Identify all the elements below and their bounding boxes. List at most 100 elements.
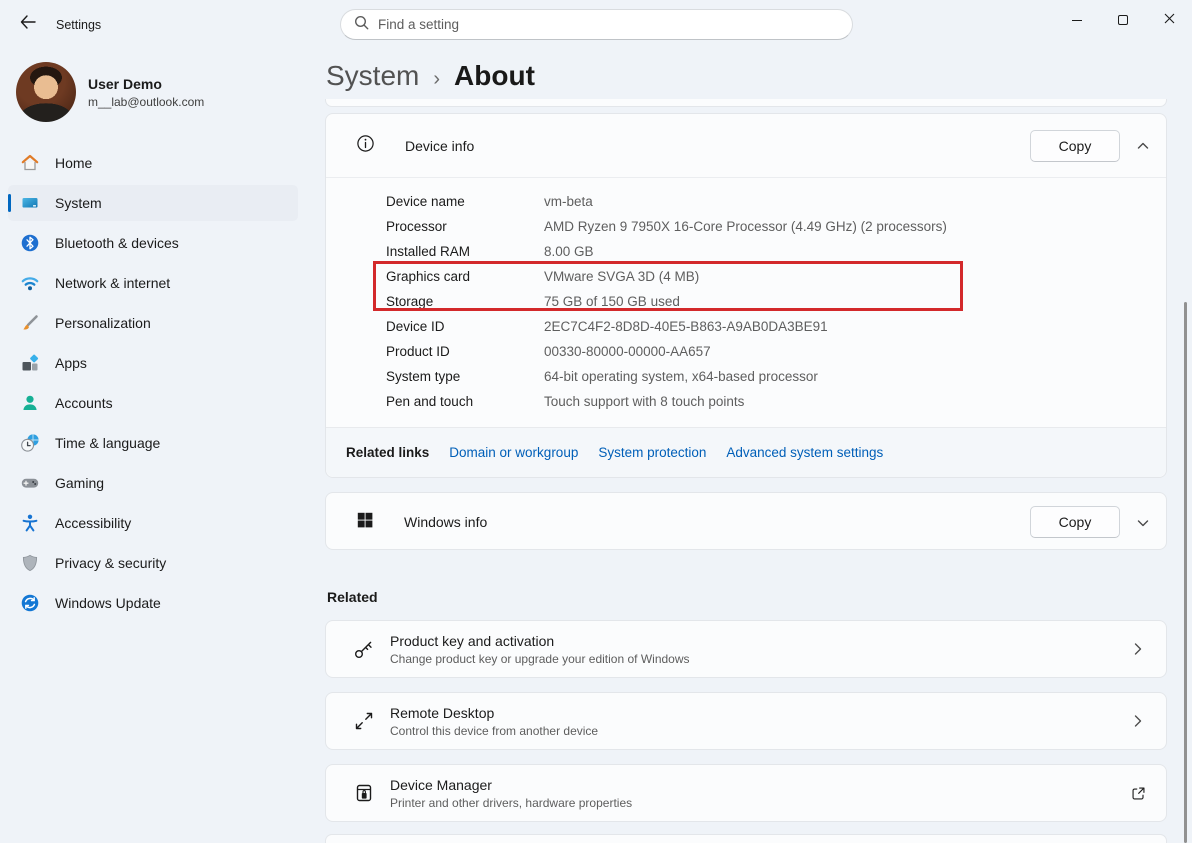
pen-touch-row: Pen and touch Touch support with 8 touch… xyxy=(386,389,1166,414)
avatar xyxy=(16,62,76,122)
row-label: Pen and touch xyxy=(386,394,544,409)
breadcrumb-system[interactable]: System xyxy=(326,60,419,92)
sidebar-item-label: Accounts xyxy=(55,395,113,411)
sidebar-item-label: Home xyxy=(55,155,92,171)
sidebar-item-privacy-security[interactable]: Privacy & security xyxy=(8,545,298,581)
sidebar-item-label: Bluetooth & devices xyxy=(55,235,179,251)
page-title: About xyxy=(454,60,535,92)
chevron-up-icon[interactable] xyxy=(1136,139,1150,153)
sidebar-item-network-internet[interactable]: Network & internet xyxy=(8,265,298,301)
user-profile[interactable]: User Demo m__lab@outlook.com xyxy=(16,62,204,122)
device-info-header[interactable]: Device info Copy xyxy=(326,114,1166,178)
app-title: Settings xyxy=(56,18,101,32)
row-value: 8.00 GB xyxy=(544,244,594,259)
close-button[interactable] xyxy=(1146,0,1192,40)
device-info-card: Device info Copy Device name vm-beta Pro… xyxy=(325,113,1167,478)
sidebar-item-label: Accessibility xyxy=(55,515,131,531)
gaming-icon xyxy=(20,473,40,493)
remote-desktop-item[interactable]: Remote Desktop Control this device from … xyxy=(325,692,1167,750)
sidebar-item-time-language[interactable]: Time & language xyxy=(8,425,298,461)
window-controls xyxy=(1054,0,1192,40)
item-subtitle: Printer and other drivers, hardware prop… xyxy=(390,796,632,810)
link-advanced-system-settings[interactable]: Advanced system settings xyxy=(726,445,883,460)
minimize-button[interactable] xyxy=(1054,0,1100,40)
system-icon xyxy=(20,193,40,213)
row-label: Graphics card xyxy=(386,269,544,284)
product-key-activation-item[interactable]: Product key and activation Change produc… xyxy=(325,620,1167,678)
remote-desktop-icon xyxy=(351,708,377,734)
minimize-icon xyxy=(1072,20,1082,21)
accounts-icon xyxy=(20,393,40,413)
windows-logo-icon xyxy=(356,511,374,534)
row-label: Product ID xyxy=(386,344,544,359)
windows-update-icon xyxy=(20,593,40,613)
row-value: 64-bit operating system, x64-based proce… xyxy=(544,369,818,384)
related-links-label: Related links xyxy=(346,445,429,460)
item-title: Remote Desktop xyxy=(390,705,598,721)
device-manager-icon xyxy=(351,780,377,806)
partial-card-below xyxy=(325,834,1167,843)
settings-window: Settings Find a setting User Demo m__lab… xyxy=(0,0,1192,843)
chevron-right-icon xyxy=(1130,641,1146,657)
sidebar-item-label: Gaming xyxy=(55,475,104,491)
row-label: Installed RAM xyxy=(386,244,544,259)
sidebar-item-label: Apps xyxy=(55,355,87,371)
breadcrumb-separator-icon: › xyxy=(433,68,440,91)
personalization-icon xyxy=(20,313,40,333)
sidebar-item-system[interactable]: System xyxy=(8,185,298,221)
link-system-protection[interactable]: System protection xyxy=(598,445,706,460)
scrollbar-thumb[interactable] xyxy=(1184,302,1187,843)
key-icon xyxy=(351,636,377,662)
device-manager-item[interactable]: Device Manager Printer and other drivers… xyxy=(325,764,1167,822)
item-subtitle: Change product key or upgrade your editi… xyxy=(390,652,690,666)
breadcrumb: System › About xyxy=(326,60,535,92)
sidebar-item-label: System xyxy=(55,195,102,211)
sidebar-item-windows-update[interactable]: Windows Update xyxy=(8,585,298,621)
sidebar-item-home[interactable]: Home xyxy=(8,145,298,181)
user-email: m__lab@outlook.com xyxy=(88,95,204,109)
graphics-card-row: Graphics card VMware SVGA 3D (4 MB) xyxy=(386,264,1166,289)
device-id-row: Device ID 2EC7C4F2-8D8D-40E5-B863-A9AB0D… xyxy=(386,314,1166,339)
sidebar-item-personalization[interactable]: Personalization xyxy=(8,305,298,341)
row-value: Touch support with 8 touch points xyxy=(544,394,744,409)
accessibility-icon xyxy=(20,513,40,533)
related-links-bar: Related links Domain or workgroup System… xyxy=(326,427,1166,477)
row-value: 75 GB of 150 GB used xyxy=(544,294,680,309)
selection-indicator xyxy=(8,194,11,212)
apps-icon xyxy=(20,353,40,373)
back-arrow-icon xyxy=(20,15,36,34)
row-value: 2EC7C4F2-8D8D-40E5-B863-A9AB0DA3BE91 xyxy=(544,319,828,334)
maximize-button[interactable] xyxy=(1100,0,1146,40)
sidebar-item-apps[interactable]: Apps xyxy=(8,345,298,381)
device-name-row: Device name vm-beta xyxy=(386,189,1166,214)
row-label: Device ID xyxy=(386,319,544,334)
row-value: VMware SVGA 3D (4 MB) xyxy=(544,269,699,284)
search-input[interactable]: Find a setting xyxy=(340,9,853,40)
external-link-icon xyxy=(1130,785,1146,801)
windows-info-header[interactable]: Windows info Copy xyxy=(326,493,1166,551)
network-icon xyxy=(20,273,40,293)
link-domain-or-workgroup[interactable]: Domain or workgroup xyxy=(449,445,578,460)
sidebar-item-accounts[interactable]: Accounts xyxy=(8,385,298,421)
sidebar-item-bluetooth-devices[interactable]: Bluetooth & devices xyxy=(8,225,298,261)
row-label: Storage xyxy=(386,294,544,309)
chevron-down-icon[interactable] xyxy=(1136,516,1150,530)
row-label: System type xyxy=(386,369,544,384)
sidebar-item-label: Network & internet xyxy=(55,275,170,291)
product-id-row: Product ID 00330-80000-00000-AA657 xyxy=(386,339,1166,364)
windows-info-card: Windows info Copy xyxy=(325,492,1167,550)
partial-card-above xyxy=(325,99,1167,107)
sidebar-item-label: Personalization xyxy=(55,315,151,331)
device-info-title: Device info xyxy=(405,138,474,154)
user-name: User Demo xyxy=(88,76,204,92)
sidebar-item-gaming[interactable]: Gaming xyxy=(8,465,298,501)
copy-windows-info-button[interactable]: Copy xyxy=(1030,506,1120,538)
windows-info-title: Windows info xyxy=(404,514,487,530)
row-value: AMD Ryzen 9 7950X 16-Core Processor (4.4… xyxy=(544,219,947,234)
copy-device-info-button[interactable]: Copy xyxy=(1030,130,1120,162)
sidebar-item-accessibility[interactable]: Accessibility xyxy=(8,505,298,541)
related-heading: Related xyxy=(327,589,378,605)
chevron-right-icon xyxy=(1130,713,1146,729)
back-button[interactable] xyxy=(14,12,42,36)
maximize-icon xyxy=(1118,15,1128,25)
